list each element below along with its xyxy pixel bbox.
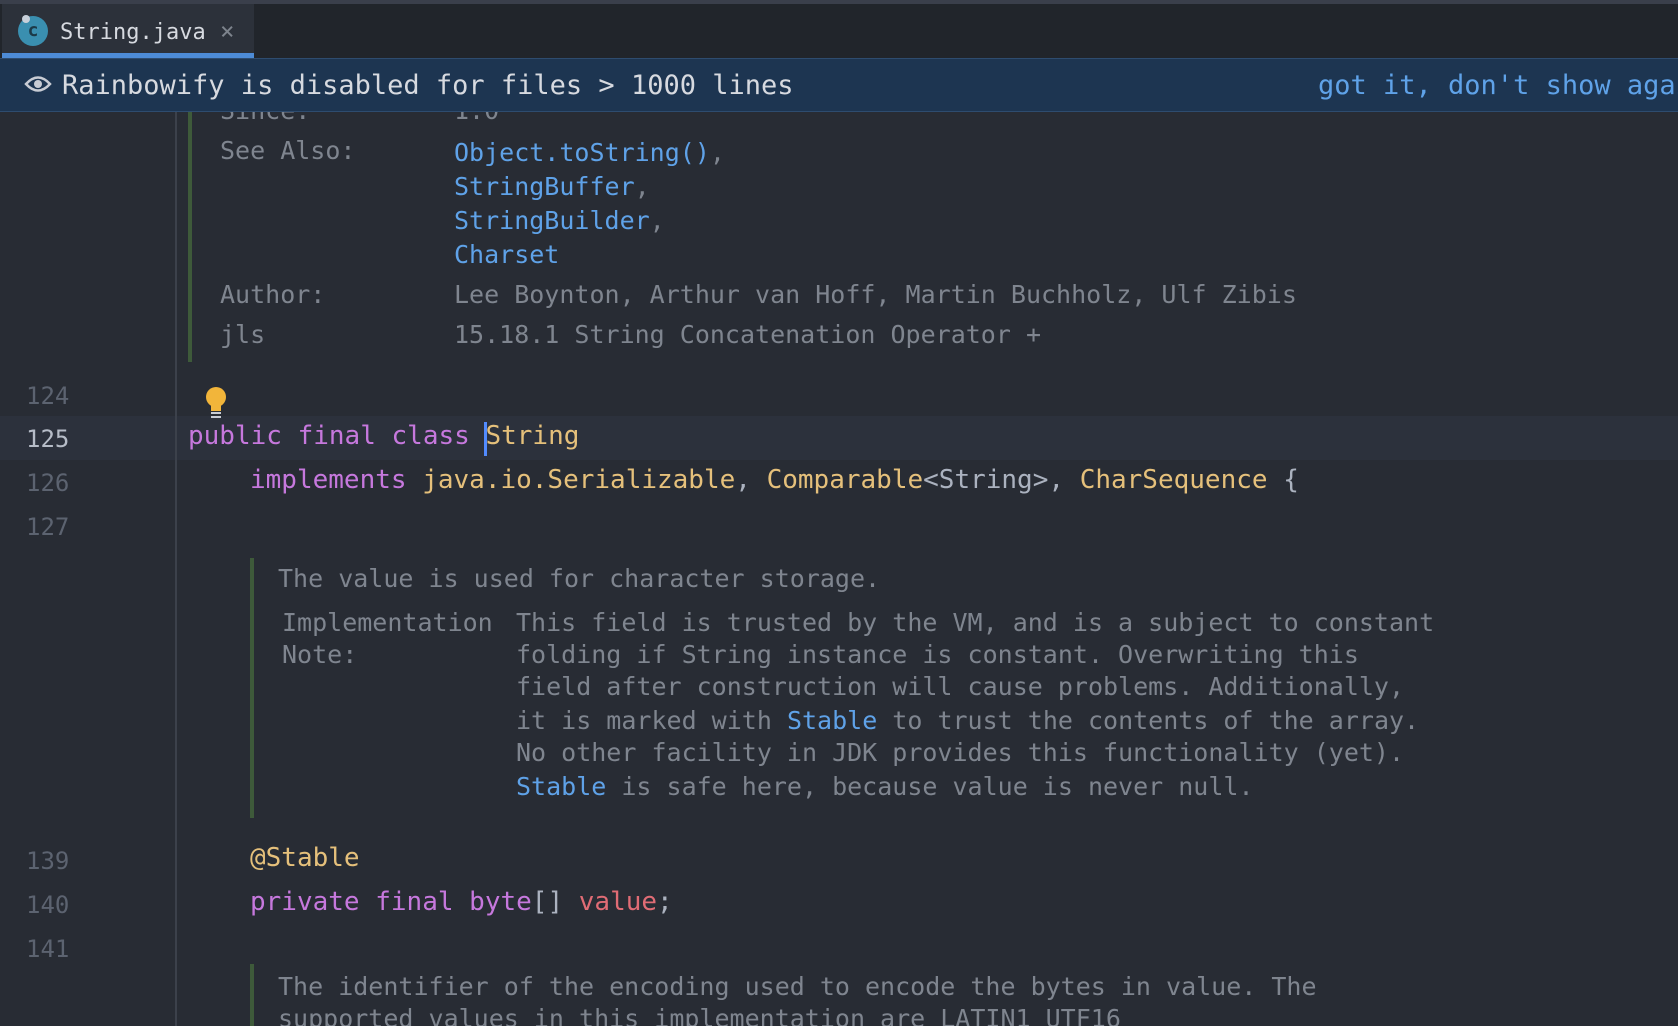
doc-impl-line: folding if String instance is constant. … [516, 640, 1359, 669]
doc-text: is safe here, because value is never nul… [606, 772, 1254, 801]
close-icon[interactable]: × [220, 17, 234, 45]
tab-string-java[interactable]: c String.java × [2, 4, 254, 58]
doc-since-label: Since: [220, 112, 310, 125]
notification-banner: Rainbowify is disabled for files > 1000 … [0, 58, 1678, 112]
doc-author-value: Lee Boynton, Arthur van Hoff, Martin Buc… [454, 280, 1297, 309]
doc-impl-line: This field is trusted by the VM, and is … [516, 608, 1435, 637]
open-brace: { [1283, 465, 1299, 495]
text-caret [484, 422, 487, 456]
editor-tab-bar: c String.java × [0, 0, 1678, 58]
see-also-item: Charset [454, 240, 559, 269]
dismiss-notification-link[interactable]: got it, don't show again [1318, 70, 1678, 101]
doc-jls-value: 15.18.1 String Concatenation Operator + [454, 320, 1041, 349]
type-charsequence: CharSequence [1079, 465, 1268, 495]
array-brackets: [] [531, 887, 564, 917]
doc-summary: The value is used for character storage. [278, 564, 881, 593]
doc-text: it is marked with [516, 706, 787, 735]
keyword-class: class [391, 421, 470, 451]
see-also-link-0[interactable]: Object.toString() [454, 138, 710, 167]
code-line-139[interactable]: @Stable [250, 843, 360, 873]
gutter-divider [175, 112, 177, 1026]
class-name: String [485, 421, 580, 451]
doc-author-label: Author: [220, 280, 326, 309]
field-value: value [578, 887, 658, 917]
tab-title: String.java [60, 20, 206, 45]
stable-link[interactable]: Stable [516, 772, 606, 801]
class-icon-badge [22, 15, 30, 23]
annotation-stable: @Stable [250, 843, 360, 873]
doc-impl-label: Implementation [282, 608, 493, 637]
line-number: 127 [26, 513, 70, 541]
keyword-byte: byte [469, 887, 532, 917]
code-line-126[interactable]: implements java.io.Serializable, Compara… [250, 465, 1299, 495]
code-line-140[interactable]: private final byte[] value; [250, 887, 673, 917]
see-also-link-1[interactable]: StringBuffer [454, 172, 635, 201]
line-number: 140 [26, 891, 70, 919]
doc-impl-line: No other facility in JDK provides this f… [516, 738, 1405, 767]
doc-block-bar [250, 964, 254, 1026]
generic-param: <String> [923, 465, 1049, 495]
doc-encoding-line: supported values in this implementation … [278, 1004, 1121, 1026]
see-also-item: StringBuffer, [454, 172, 650, 201]
doc-impl-line: field after construction will cause prob… [516, 672, 1405, 701]
doc-impl-line: it is marked with Stable to trust the co… [516, 706, 1419, 735]
keyword-final: final [297, 421, 376, 451]
keyword-implements: implements [250, 465, 407, 495]
line-number: 126 [26, 469, 70, 497]
doc-impl-line: Stable is safe here, because value is ne… [516, 772, 1254, 801]
lightbulb-icon[interactable] [204, 386, 228, 420]
doc-text: to trust the contents of the array. [877, 706, 1420, 735]
doc-block-bar [250, 558, 254, 818]
keyword-private: private [250, 887, 360, 917]
see-also-item: Object.toString(), [454, 138, 725, 167]
doc-since-value: 1.0 [454, 112, 499, 125]
line-number: 124 [26, 382, 70, 410]
keyword-final: final [375, 887, 454, 917]
doc-see-also-label: See Also: [220, 136, 356, 165]
semicolon: ; [657, 887, 673, 917]
see-also-link-2[interactable]: StringBuilder [454, 206, 650, 235]
line-number: 139 [26, 847, 70, 875]
doc-jls-label: jls [220, 320, 266, 349]
see-also-link-3[interactable]: Charset [454, 240, 559, 269]
stable-link[interactable]: Stable [787, 706, 877, 735]
type-comparable: Comparable [766, 465, 924, 495]
doc-impl-label: Note: [282, 640, 358, 669]
doc-block-bar [188, 112, 192, 362]
doc-encoding-line: The identifier of the encoding used to e… [278, 972, 1317, 1001]
eye-icon [24, 76, 52, 92]
code-editor[interactable]: Since: 1.0 See Also: Object.toString(), … [0, 112, 1678, 1026]
notification-text: Rainbowify is disabled for files > 1000 … [62, 70, 794, 101]
line-number-current: 125 [26, 425, 70, 453]
type-serializable: java.io.Serializable [422, 465, 736, 495]
keyword-public: public [188, 421, 282, 451]
line-number: 141 [26, 935, 70, 963]
see-also-item: StringBuilder, [454, 206, 665, 235]
code-line-125[interactable]: public final class String [188, 421, 579, 451]
